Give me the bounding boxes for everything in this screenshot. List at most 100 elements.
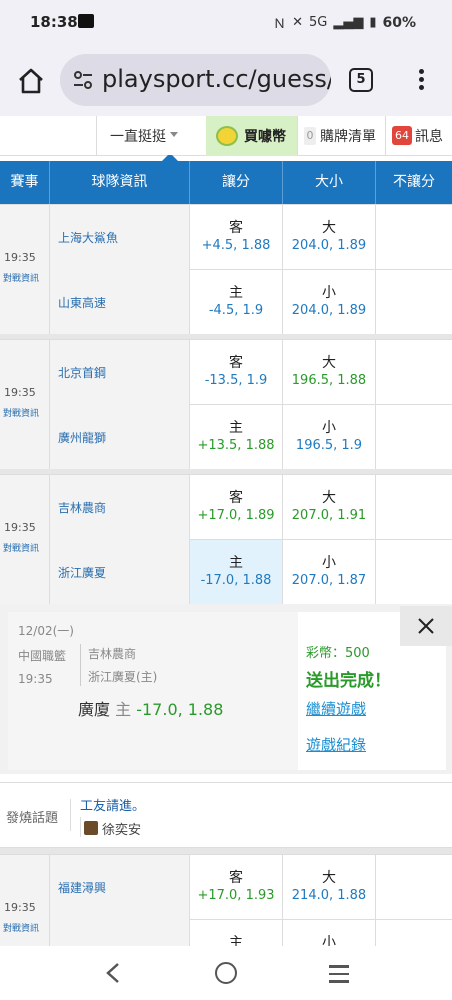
total-cell[interactable]: 大 204.0, 1.89 (283, 205, 376, 270)
recent-apps-icon[interactable] (329, 965, 349, 988)
home-row: 山東高速 主 -4.5, 1.9 小 204.0, 1.89 (50, 270, 452, 335)
away-row: 福建潯興 客 +17.0, 1.93 大 214.0, 1.88 (50, 855, 452, 920)
more-menu-icon[interactable] (414, 66, 428, 96)
hot-topic-label: 發燒話題 (6, 811, 59, 826)
divider (70, 799, 71, 831)
header-team-info: 球隊資訊 (50, 161, 190, 204)
battery-percent: 60% (382, 14, 416, 31)
total-cell[interactable]: 小 207.0, 1.87 (283, 540, 376, 605)
spread-side: 主 (229, 420, 243, 436)
divider (80, 817, 81, 837)
topic-author[interactable]: 徐奕安 (102, 819, 141, 838)
divider (385, 116, 386, 156)
total-cell[interactable]: 大 207.0, 1.91 (283, 475, 376, 540)
total-side: 大 (322, 355, 336, 371)
home-icon[interactable] (16, 66, 46, 96)
game-row: 19:35 對戰資訊 北京首鋼 客 -13.5, 1.9 大 196.5, 1.88… (0, 339, 452, 470)
team-name[interactable]: 山東高速 (58, 294, 106, 311)
total-side: 大 (322, 870, 336, 886)
spread-cell[interactable]: 主 (190, 920, 283, 946)
nfc-icon: Ｎ (273, 17, 287, 32)
total-odds: 204.0, 1.89 (291, 238, 367, 253)
system-nav-bar (0, 946, 452, 1000)
team-name[interactable]: 上海大鯊魚 (58, 229, 118, 246)
spread-cell[interactable]: 客 +4.5, 1.88 (190, 205, 283, 270)
team-name[interactable]: 廣州龍獅 (58, 429, 106, 446)
hot-topic-bar: 發燒話題 工友請進。 徐奕安 (0, 782, 452, 848)
away-team: 吉林農商 (88, 647, 137, 661)
away-row: 吉林農商 客 +17.0, 1.89 大 207.0, 1.91 (50, 475, 452, 540)
continue-game-link[interactable]: 繼續遊戲 (306, 698, 366, 719)
filter-dropdown[interactable]: 一直挺挺 (110, 126, 166, 146)
header-moneyline: 不讓分 (393, 174, 435, 190)
moneyline-cell[interactable] (376, 340, 452, 405)
total-cell[interactable]: 小 204.0, 1.89 (283, 270, 376, 335)
spread-cell[interactable]: 客 +17.0, 1.89 (190, 475, 283, 540)
site-subnav: 一直挺挺 買噱幣 0 購牌清單 64 訊息 (0, 116, 452, 156)
total-cell[interactable]: 大 196.5, 1.88 (283, 340, 376, 405)
messages-link[interactable]: 訊息 (415, 126, 443, 146)
spread-side: 主 (229, 935, 243, 946)
notification-app-icon (78, 14, 94, 28)
league-name: 中國職籃 (18, 649, 67, 663)
moneyline-cell[interactable] (376, 540, 452, 605)
total-side: 小 (322, 555, 336, 571)
moneyline-cell[interactable] (376, 405, 452, 470)
game-time: 19:35 (18, 672, 53, 686)
spread-cell[interactable]: 客 +17.0, 1.93 (190, 855, 283, 920)
header-total: 大小 (283, 161, 376, 204)
spread-side: 客 (229, 355, 243, 371)
game-row: 19:35 對戰資訊 福建潯興 客 +17.0, 1.93 大 214.0, 1.8… (0, 854, 452, 946)
message-count-badge: 64 (392, 126, 412, 145)
total-cell[interactable]: 大 214.0, 1.88 (283, 855, 376, 920)
team-name[interactable]: 浙江廣夏 (58, 564, 106, 581)
game-records-link[interactable]: 遊戲紀錄 (306, 734, 366, 755)
matchup-info-link[interactable]: 對戰資訊 (3, 921, 39, 934)
spread-cell[interactable]: 主 -4.5, 1.9 (190, 270, 283, 335)
back-icon[interactable] (104, 962, 122, 984)
divider (80, 644, 81, 686)
team-name[interactable]: 福建潯興 (58, 879, 106, 896)
moneyline-cell[interactable] (376, 855, 452, 920)
team-name[interactable]: 吉林農商 (58, 499, 106, 516)
home-row: 主 小 (50, 920, 452, 946)
address-bar[interactable]: playsport.cc/guess/ (60, 54, 331, 106)
buy-coins-button[interactable]: 買噱幣 (206, 116, 297, 156)
close-button[interactable] (400, 606, 452, 646)
team-cell: 福建潯興 (50, 855, 190, 920)
game-time: 19:35 (4, 386, 36, 399)
spread-cell-selected[interactable]: 主 -17.0, 1.88 (190, 540, 283, 605)
matchup-info-link[interactable]: 對戰資訊 (3, 406, 39, 419)
spread-side: 主 (229, 555, 243, 571)
game-time: 19:35 (4, 901, 36, 914)
team-cell: 上海大鯊魚 (50, 205, 190, 270)
team-name[interactable]: 北京首鋼 (58, 364, 106, 381)
spread-side: 客 (229, 870, 243, 886)
moneyline-cell[interactable] (376, 270, 452, 335)
spread-cell[interactable]: 客 -13.5, 1.9 (190, 340, 283, 405)
total-cell[interactable]: 小 196.5, 1.9 (283, 405, 376, 470)
spread-side: 主 (229, 285, 243, 301)
spread-odds: -13.5, 1.9 (204, 373, 268, 388)
mute-icon: ✕ (292, 15, 303, 30)
site-settings-icon[interactable] (72, 69, 94, 91)
hot-topic-title[interactable]: 工友請進。 (80, 795, 145, 814)
spread-cell[interactable]: 主 +13.5, 1.88 (190, 405, 283, 470)
home-circle-icon[interactable] (215, 962, 237, 984)
status-indicators: Ｎ ✕ 5G ▂▄▆ ▮ 60% (273, 13, 416, 33)
tab-switcher-button[interactable]: 5 (349, 68, 373, 92)
bet-team: 廣廈 (78, 700, 111, 719)
total-side: 小 (322, 285, 336, 301)
matchup-info-link[interactable]: 對戰資訊 (3, 541, 39, 554)
team-cell: 浙江廣夏 (50, 540, 190, 605)
purchase-list-link[interactable]: 購牌清單 (320, 126, 376, 146)
moneyline-cell[interactable] (376, 205, 452, 270)
game-row: 19:35 對戰資訊 上海大鯊魚 客 +4.5, 1.88 大 204.0, 1.8… (0, 204, 452, 335)
moneyline-cell[interactable] (376, 920, 452, 946)
game-time: 19:35 (4, 251, 36, 264)
matchup-info-link[interactable]: 對戰資訊 (3, 271, 39, 284)
total-side: 大 (322, 490, 336, 506)
total-cell[interactable]: 小 (283, 920, 376, 946)
home-row: 廣州龍獅 主 +13.5, 1.88 小 196.5, 1.9 (50, 405, 452, 470)
moneyline-cell[interactable] (376, 475, 452, 540)
